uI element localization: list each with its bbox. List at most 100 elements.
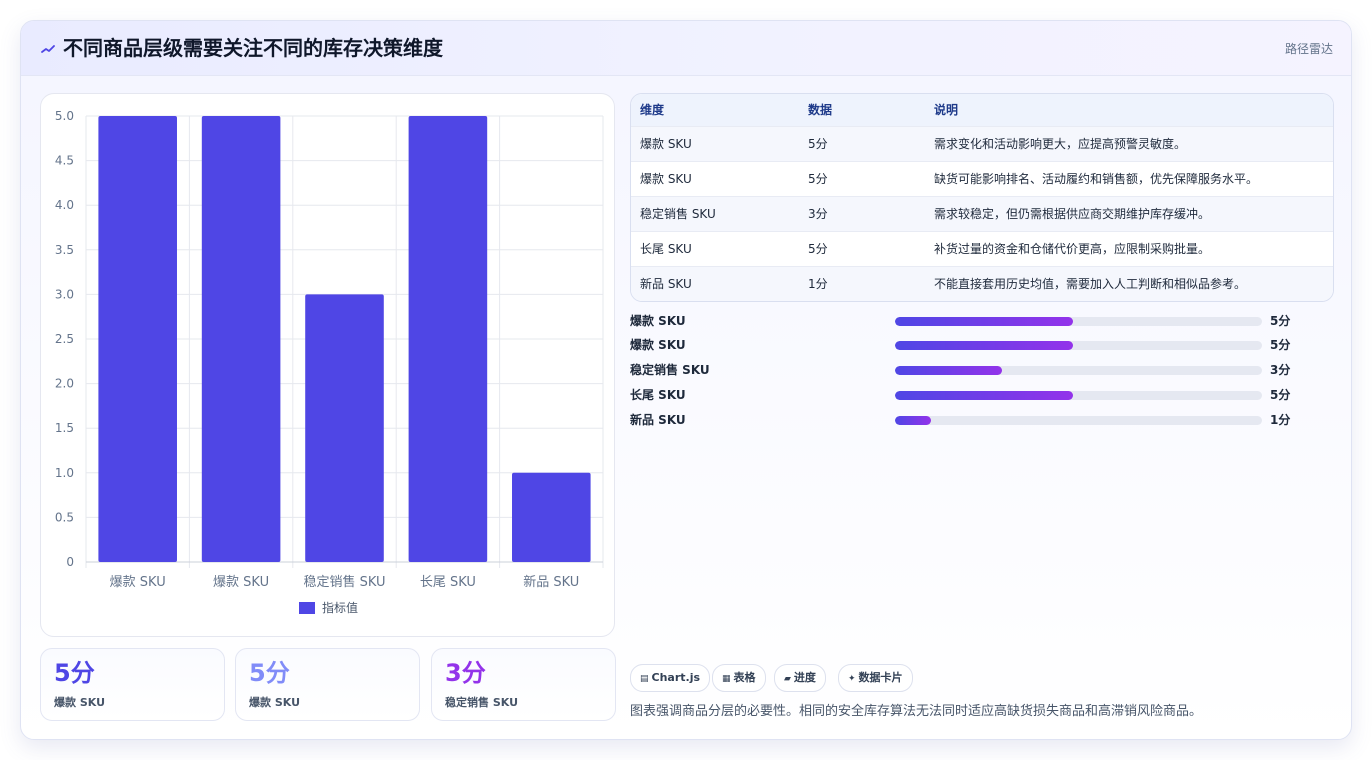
sparkle-icon: ✦ <box>848 674 856 684</box>
progress-icon: ▰ <box>784 674 791 684</box>
progress-label: 长尾 SKU <box>630 388 686 402</box>
stat-value: 3分 <box>445 659 486 687</box>
x-tick-label: 新品 SKU <box>523 574 579 590</box>
y-tick-label: 2.5 <box>55 332 74 346</box>
progress-value: 5分 <box>1270 338 1291 352</box>
legend-swatch <box>299 602 315 614</box>
table-row: 爆款 SKU 5分 需求变化和活动影响更大，应提高预警灵敏度。 <box>631 126 1333 161</box>
table-header-row: 维度 数据 说明 <box>631 94 1333 126</box>
table-row: 长尾 SKU 5分 补货过量的资金和仓储代价更高，应限制采购批量。 <box>631 231 1333 266</box>
x-tick-label: 长尾 SKU <box>420 575 476 590</box>
table-cell: 1分 <box>808 277 828 292</box>
progress-fill <box>895 317 1074 326</box>
bar-chart: 0 0.5 1.0 1.5 2.0 2.5 3.0 3.5 4.0 4.5 5.0 爆款 SKU 爆款 … <box>55 109 604 615</box>
table-row: 稳定销售 SKU 3分 需求较稳定，但仍需根据供应商交期维护库存缓冲。 <box>631 196 1333 231</box>
progress-label: 爆款 SKU <box>630 338 686 352</box>
column-header: 数据 <box>808 103 833 118</box>
table-cell: 稳定销售 SKU <box>640 207 716 221</box>
table-cell: 需求变化和活动影响更大，应提高预警灵敏度。 <box>934 137 1187 151</box>
chip-label: 进度 <box>793 671 816 684</box>
table-cell: 长尾 SKU <box>640 242 692 256</box>
progress-value: 1分 <box>1270 413 1291 427</box>
table-cell: 5分 <box>808 137 828 151</box>
table-icon: ▦ <box>722 674 731 684</box>
y-tick-label: 1.0 <box>55 466 74 480</box>
chip-label: 数据卡片 <box>858 671 903 684</box>
y-tick-label: 4.5 <box>55 154 74 168</box>
legend-label: 指标值 <box>322 600 358 615</box>
sparkline-icon <box>41 45 55 53</box>
table-cell: 5分 <box>808 172 828 186</box>
column-header: 维度 <box>640 103 665 118</box>
stat-label: 爆款 SKU <box>54 696 106 709</box>
chip-chartjs[interactable]: ▤ Chart.js <box>630 664 711 692</box>
bar-chart-panel: 0 0.5 1.0 1.5 2.0 2.5 3.0 3.5 4.0 4.5 5.0 爆款 SKU 爆款 … <box>40 93 615 637</box>
stat-card: 5分 爆款 SKU <box>235 648 420 721</box>
chip-label: 表格 <box>733 671 756 684</box>
x-tick-label: 爆款 SKU <box>213 575 269 590</box>
header-badge: 路径雷达 <box>1284 42 1333 56</box>
y-tick-label: 0.5 <box>55 510 74 524</box>
progress-row: 新品 SKU 1分 <box>630 411 1330 429</box>
progress-track <box>895 341 1262 350</box>
footnote-text: 图表强调商品分层的必要性。相同的安全库存算法无法同时适应高缺货损失商品和高滞销风… <box>630 704 1203 719</box>
table-cell: 爆款 SKU <box>640 137 692 151</box>
y-tick-label: 0 <box>66 555 74 569</box>
table-cell: 补货过量的资金和仓储代价更高，应限制采购批量。 <box>934 242 1211 256</box>
table-cell: 新品 SKU <box>640 277 692 292</box>
stat-value: 5分 <box>249 659 290 687</box>
progress-row: 长尾 SKU 5分 <box>630 386 1330 404</box>
progress-fill <box>895 391 1074 400</box>
page-title: 不同商品层级需要关注不同的库存决策维度 <box>63 36 443 60</box>
y-tick-label: 3.0 <box>55 287 74 301</box>
table-row: 爆款 SKU 5分 缺货可能影响排名、活动履约和销售额，优先保障服务水平。 <box>631 161 1333 196</box>
bar <box>98 116 177 562</box>
progress-label: 新品 SKU <box>630 413 686 427</box>
y-tick-label: 3.5 <box>55 243 74 257</box>
progress-fill <box>895 416 931 425</box>
stat-card: 3分 稳定销售 SKU <box>431 648 616 721</box>
progress-value: 5分 <box>1270 314 1291 328</box>
progress-label: 爆款 SKU <box>630 314 686 328</box>
stat-value: 5分 <box>54 659 95 687</box>
stat-label: 爆款 SKU <box>249 696 301 709</box>
progress-fill <box>895 366 1003 375</box>
stat-card: 5分 爆款 SKU <box>40 648 225 721</box>
progress-track <box>895 317 1262 326</box>
x-tick-label: 稳定销售 SKU <box>303 574 385 590</box>
progress-value: 3分 <box>1270 363 1291 377</box>
progress-value: 5分 <box>1270 388 1291 402</box>
progress-row: 爆款 SKU 5分 <box>630 336 1330 354</box>
progress-track <box>895 416 1262 425</box>
table-cell: 爆款 SKU <box>640 172 692 186</box>
y-tick-label: 5.0 <box>55 109 74 123</box>
chip-table[interactable]: ▦ 表格 <box>712 664 766 692</box>
progress-track <box>895 391 1262 400</box>
progress-fill <box>895 341 1074 350</box>
chip-data-cards[interactable]: ✦ 数据卡片 <box>838 664 913 692</box>
column-header: 说明 <box>934 103 959 118</box>
bar <box>201 116 281 562</box>
data-table: 维度 数据 说明 爆款 SKU 5分 需求变化和活动影响更大，应提高预警灵敏度。… <box>630 93 1334 302</box>
table-cell: 3分 <box>808 207 828 221</box>
table-cell: 需求较稳定，但仍需根据供应商交期维护库存缓冲。 <box>934 207 1211 221</box>
chip-progress[interactable]: ▰ 进度 <box>774 664 826 692</box>
bar <box>408 116 488 562</box>
y-tick-label: 2.0 <box>55 377 74 391</box>
bar <box>305 294 384 562</box>
table-cell: 缺货可能影响排名、活动履约和销售额，优先保障服务水平。 <box>934 172 1259 186</box>
progress-row: 爆款 SKU 5分 <box>630 312 1330 330</box>
y-tick-label: 4.0 <box>55 198 74 212</box>
progress-label: 稳定销售 SKU <box>630 363 710 377</box>
progress-row: 稳定销售 SKU 3分 <box>630 361 1330 379</box>
table-cell: 5分 <box>808 242 828 256</box>
stat-label: 稳定销售 SKU <box>445 696 519 709</box>
dashboard-card: 不同商品层级需要关注不同的库存决策维度 路径雷达 0 0.5 1.0 1.5 2.0 2.… <box>20 20 1352 740</box>
y-tick-label: 1.5 <box>55 421 74 435</box>
progress-track <box>895 366 1262 375</box>
chip-label: Chart.js <box>651 671 701 684</box>
card-header: 不同商品层级需要关注不同的库存决策维度 路径雷达 <box>21 21 1351 76</box>
bar <box>512 472 591 562</box>
table-cell: 不能直接套用历史均值，需要加入人工判断和相似品参考。 <box>934 277 1247 292</box>
chart-icon: ▤ <box>640 674 649 684</box>
